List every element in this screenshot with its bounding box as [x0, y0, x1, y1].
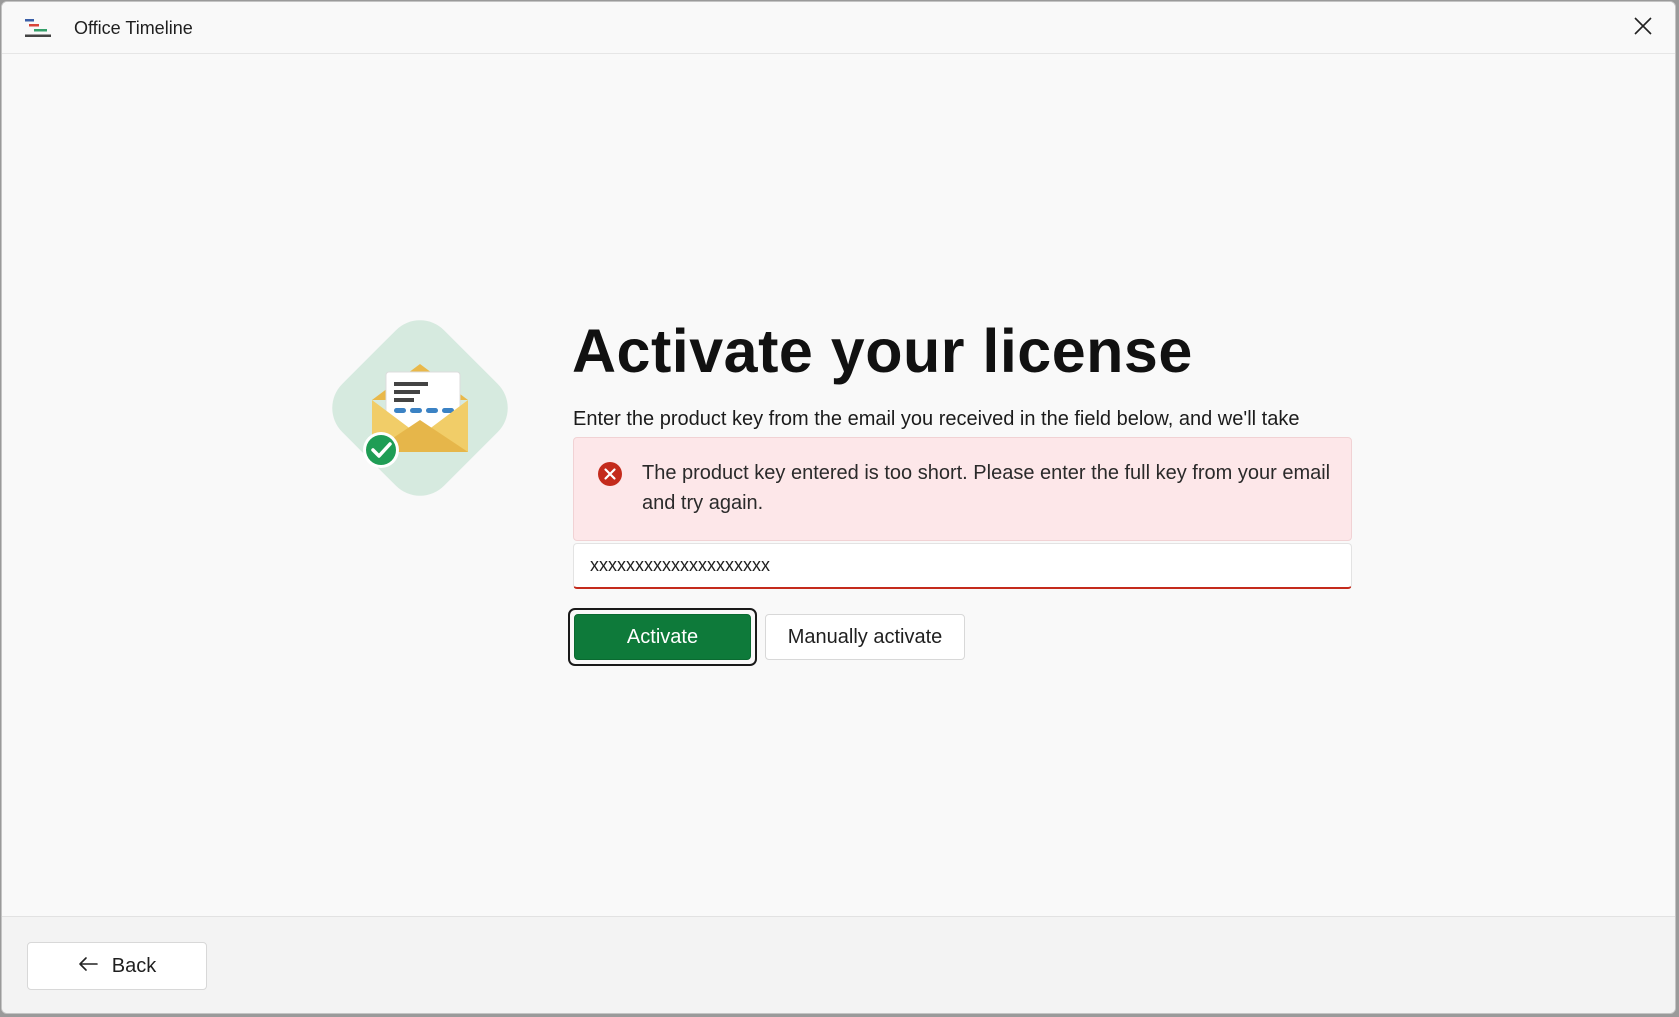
error-circle-icon: [598, 462, 622, 486]
activation-page: Activate your license Enter the product …: [2, 54, 1675, 918]
activate-button[interactable]: Activate: [574, 614, 751, 660]
window-title: Office Timeline: [74, 18, 193, 38]
close-icon: [1633, 16, 1653, 41]
app-window: Office Timeline Activate your license En…: [1, 1, 1676, 1014]
footer-bar: Back: [2, 916, 1675, 1013]
manually-activate-button[interactable]: Manually activate: [765, 614, 965, 660]
page-description: Enter the product key from the email you…: [573, 408, 1300, 430]
arrow-left-icon: [78, 955, 98, 978]
envelope-check-icon: [324, 312, 516, 504]
product-key-input[interactable]: [573, 543, 1352, 589]
error-message-box: The product key entered is too short. Pl…: [573, 437, 1352, 541]
error-message-text: The product key entered is too short. Pl…: [642, 462, 1331, 514]
back-button[interactable]: Back: [27, 942, 207, 990]
back-button-label: Back: [111, 954, 157, 977]
office-timeline-logo-icon: [25, 18, 51, 38]
close-button[interactable]: [1625, 12, 1661, 44]
title-bar: Office Timeline: [2, 2, 1675, 54]
page-title: Activate your license: [572, 317, 1193, 385]
